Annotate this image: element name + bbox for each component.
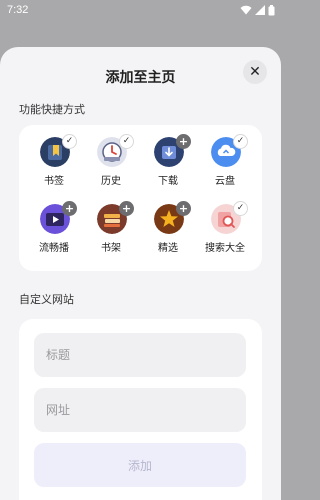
shortcut-label: 云盘: [215, 176, 235, 187]
title-field[interactable]: [34, 333, 246, 377]
add-plus-icon[interactable]: +: [176, 201, 191, 216]
sheet-title: 添加至主页: [105, 70, 176, 86]
shortcut-search-all[interactable]: ✓ 搜索大全: [197, 192, 253, 254]
added-check-icon[interactable]: ✓: [233, 134, 248, 149]
signal-icon: [255, 5, 265, 15]
shortcut-smooth-play[interactable]: + 流畅播: [26, 192, 82, 254]
add-plus-icon[interactable]: +: [176, 134, 191, 149]
battery-icon: [268, 4, 275, 15]
status-bar: 7:32: [0, 0, 281, 20]
shortcut-cloud-drive[interactable]: ✓ 云盘: [197, 125, 253, 187]
close-icon: ✕: [249, 64, 261, 80]
shortcut-bookshelf[interactable]: + 书架: [83, 192, 139, 254]
add-plus-icon[interactable]: +: [62, 201, 77, 216]
custom-site-section-label: 自定义网站: [19, 293, 74, 306]
status-time: 7:32: [7, 4, 29, 16]
added-check-icon[interactable]: ✓: [119, 134, 134, 149]
shortcut-download[interactable]: + 下载: [140, 125, 196, 187]
shortcut-bookmark[interactable]: ✓ 书签: [26, 125, 82, 187]
custom-site-card: 添加: [19, 319, 262, 500]
shortcuts-section-label: 功能快捷方式: [19, 103, 85, 116]
shortcut-label: 搜索大全: [205, 243, 245, 254]
added-check-icon[interactable]: ✓: [233, 201, 248, 216]
shortcut-featured[interactable]: + 精选: [140, 192, 196, 254]
add-button[interactable]: 添加: [34, 443, 246, 487]
system-icons: [240, 4, 275, 16]
url-field[interactable]: [34, 388, 246, 432]
shortcuts-card: ✓ 书签 ✓ 历史 + 下载 ✓ 云盘 + 流畅播 + 书架 + 精选 ✓ 搜索…: [19, 125, 262, 271]
added-check-icon[interactable]: ✓: [62, 134, 77, 149]
title-input[interactable]: [34, 333, 246, 377]
add-to-home-sheet: 添加至主页 ✕ 功能快捷方式 ✓ 书签 ✓ 历史 + 下载 ✓ 云盘 + 流畅播…: [0, 47, 281, 500]
url-input[interactable]: [34, 388, 246, 432]
close-button[interactable]: ✕: [243, 60, 267, 84]
wifi-icon: [240, 5, 252, 15]
add-plus-icon[interactable]: +: [119, 201, 134, 216]
shortcut-history[interactable]: ✓ 历史: [83, 125, 139, 187]
